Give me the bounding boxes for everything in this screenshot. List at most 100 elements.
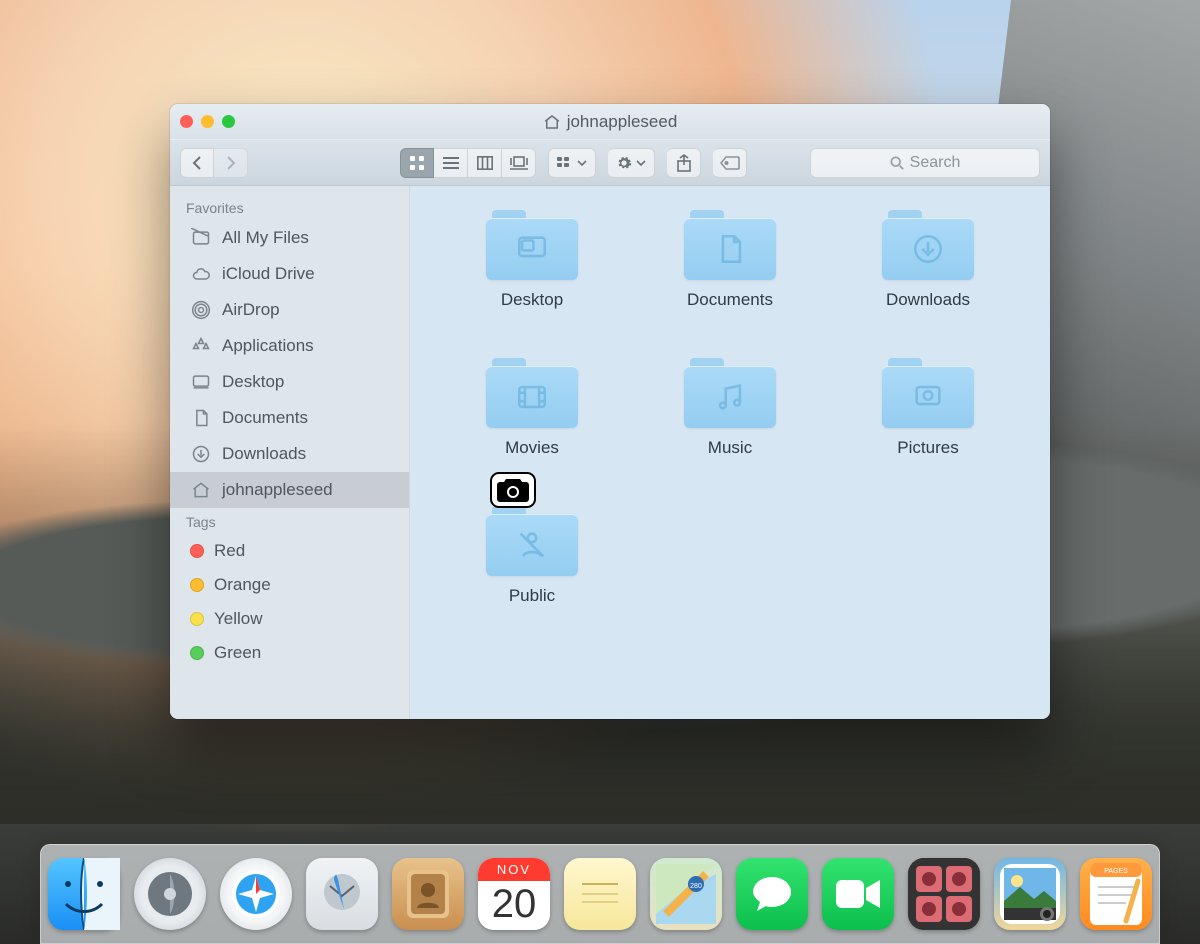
forward-button[interactable]	[214, 148, 248, 178]
traffic-lights	[180, 115, 235, 128]
folder-icon	[882, 358, 974, 428]
folder-downloads[interactable]: Downloads	[844, 210, 1012, 310]
finder-window: johnappleseed	[170, 104, 1050, 719]
sidebar-item-label: Orange	[214, 575, 271, 595]
dock-app-finder[interactable]	[48, 858, 120, 930]
dock-app-maps[interactable]: 280	[650, 858, 722, 930]
dock-app-messages[interactable]	[736, 858, 808, 930]
close-button[interactable]	[180, 115, 193, 128]
documents-icon	[190, 407, 212, 429]
folder-pictures[interactable]: Pictures	[844, 358, 1012, 458]
svg-text:PAGES: PAGES	[1104, 868, 1128, 875]
sidebar-item-label: johnappleseed	[222, 480, 333, 500]
share-icon	[677, 154, 691, 172]
sidebar-item-label: Yellow	[214, 609, 263, 629]
search-icon	[890, 156, 904, 170]
dock-app-mail[interactable]	[306, 858, 378, 930]
folder-label: Public	[509, 586, 555, 606]
sidebar-item-label: iCloud Drive	[222, 264, 315, 284]
dock-app-facetime[interactable]	[822, 858, 894, 930]
tag-dot-icon	[190, 646, 204, 660]
list-view-button[interactable]	[434, 148, 468, 178]
sidebar-item-downloads[interactable]: Downloads	[170, 436, 409, 472]
sidebar-item-label: Green	[214, 643, 261, 663]
sidebar-tag-orange[interactable]: Orange	[170, 568, 409, 602]
folder-music[interactable]: Music	[646, 358, 814, 458]
dock: NOV 20 280 PAGES	[40, 844, 1160, 944]
icon-view-button[interactable]	[400, 148, 434, 178]
sidebar-item-label: Downloads	[222, 444, 306, 464]
nav-buttons	[180, 148, 248, 178]
share-button[interactable]	[667, 148, 701, 178]
coverflow-view-button[interactable]	[502, 148, 536, 178]
dock-app-pages[interactable]: PAGES	[1080, 858, 1152, 930]
minimize-button[interactable]	[201, 115, 214, 128]
sidebar-item-label: Desktop	[222, 372, 284, 392]
sidebar-item-johnappleseed[interactable]: johnappleseed	[170, 472, 409, 508]
folder-desktop[interactable]: Desktop	[448, 210, 616, 310]
folder-label: Movies	[505, 438, 559, 458]
airdrop-icon	[190, 299, 212, 321]
view-mode-buttons	[400, 148, 536, 178]
tag-dot-icon	[190, 612, 204, 626]
folder-icon	[684, 210, 776, 280]
home-icon	[543, 113, 561, 131]
home-icon	[190, 479, 212, 501]
folder-label: Downloads	[886, 290, 970, 310]
dock-app-iphoto[interactable]	[994, 858, 1066, 930]
cloud-icon	[190, 263, 212, 285]
sidebar-item-label: All My Files	[222, 228, 309, 248]
sidebar-tag-yellow[interactable]: Yellow	[170, 602, 409, 636]
folder-icon	[684, 358, 776, 428]
column-view-button[interactable]	[468, 148, 502, 178]
desktop-icon	[190, 371, 212, 393]
sidebar-section-tags: Tags	[170, 508, 409, 534]
tag-dot-icon	[190, 544, 204, 558]
sidebar-item-all my files[interactable]: All My Files	[170, 220, 409, 256]
sidebar-item-label: Red	[214, 541, 245, 561]
folder-movies[interactable]: Movies	[448, 358, 616, 458]
sidebar-item-label: Documents	[222, 408, 308, 428]
search-placeholder: Search	[910, 154, 961, 172]
dock-app-photobooth[interactable]	[908, 858, 980, 930]
sidebar-item-icloud drive[interactable]: iCloud Drive	[170, 256, 409, 292]
sidebar-item-desktop[interactable]: Desktop	[170, 364, 409, 400]
tags-button[interactable]	[713, 148, 747, 178]
sidebar-tag-red[interactable]: Red	[170, 534, 409, 568]
titlebar[interactable]: johnappleseed	[170, 104, 1050, 140]
arrange-button[interactable]	[548, 148, 596, 178]
dock-app-calendar[interactable]: NOV 20	[478, 858, 550, 930]
sidebar-tag-green[interactable]: Green	[170, 636, 409, 670]
dock-app-notes[interactable]	[564, 858, 636, 930]
folder-public[interactable]: Public	[448, 506, 616, 606]
folder-documents[interactable]: Documents	[646, 210, 814, 310]
gear-icon	[616, 155, 632, 171]
folder-icon	[486, 506, 578, 576]
svg-text:280: 280	[690, 883, 702, 890]
sidebar-item-applications[interactable]: Applications	[170, 328, 409, 364]
window-title-text: johnappleseed	[567, 112, 678, 132]
back-button[interactable]	[180, 148, 214, 178]
downloads-icon	[190, 443, 212, 465]
tag-icon	[720, 156, 740, 170]
dock-app-launchpad[interactable]	[134, 858, 206, 930]
folder-label: Pictures	[897, 438, 958, 458]
toolbar: Search	[170, 140, 1050, 186]
dock-app-safari[interactable]	[220, 858, 292, 930]
content-area[interactable]: Desktop Documents Downloads	[410, 186, 1050, 719]
window-title: johnappleseed	[543, 112, 678, 132]
sidebar-section-favorites: Favorites	[170, 194, 409, 220]
folder-label: Desktop	[501, 290, 563, 310]
folder-label: Documents	[687, 290, 773, 310]
sidebar-item-documents[interactable]: Documents	[170, 400, 409, 436]
sidebar-item-airdrop[interactable]: AirDrop	[170, 292, 409, 328]
sidebar: Favorites All My Files iCloud Drive AirD…	[170, 186, 410, 719]
applications-icon	[190, 335, 212, 357]
folder-icon	[486, 210, 578, 280]
action-button[interactable]	[608, 148, 655, 178]
search-field[interactable]: Search	[810, 148, 1040, 178]
zoom-button[interactable]	[222, 115, 235, 128]
dock-app-contacts[interactable]	[392, 858, 464, 930]
sidebar-item-label: Applications	[222, 336, 314, 356]
folder-icon	[882, 210, 974, 280]
